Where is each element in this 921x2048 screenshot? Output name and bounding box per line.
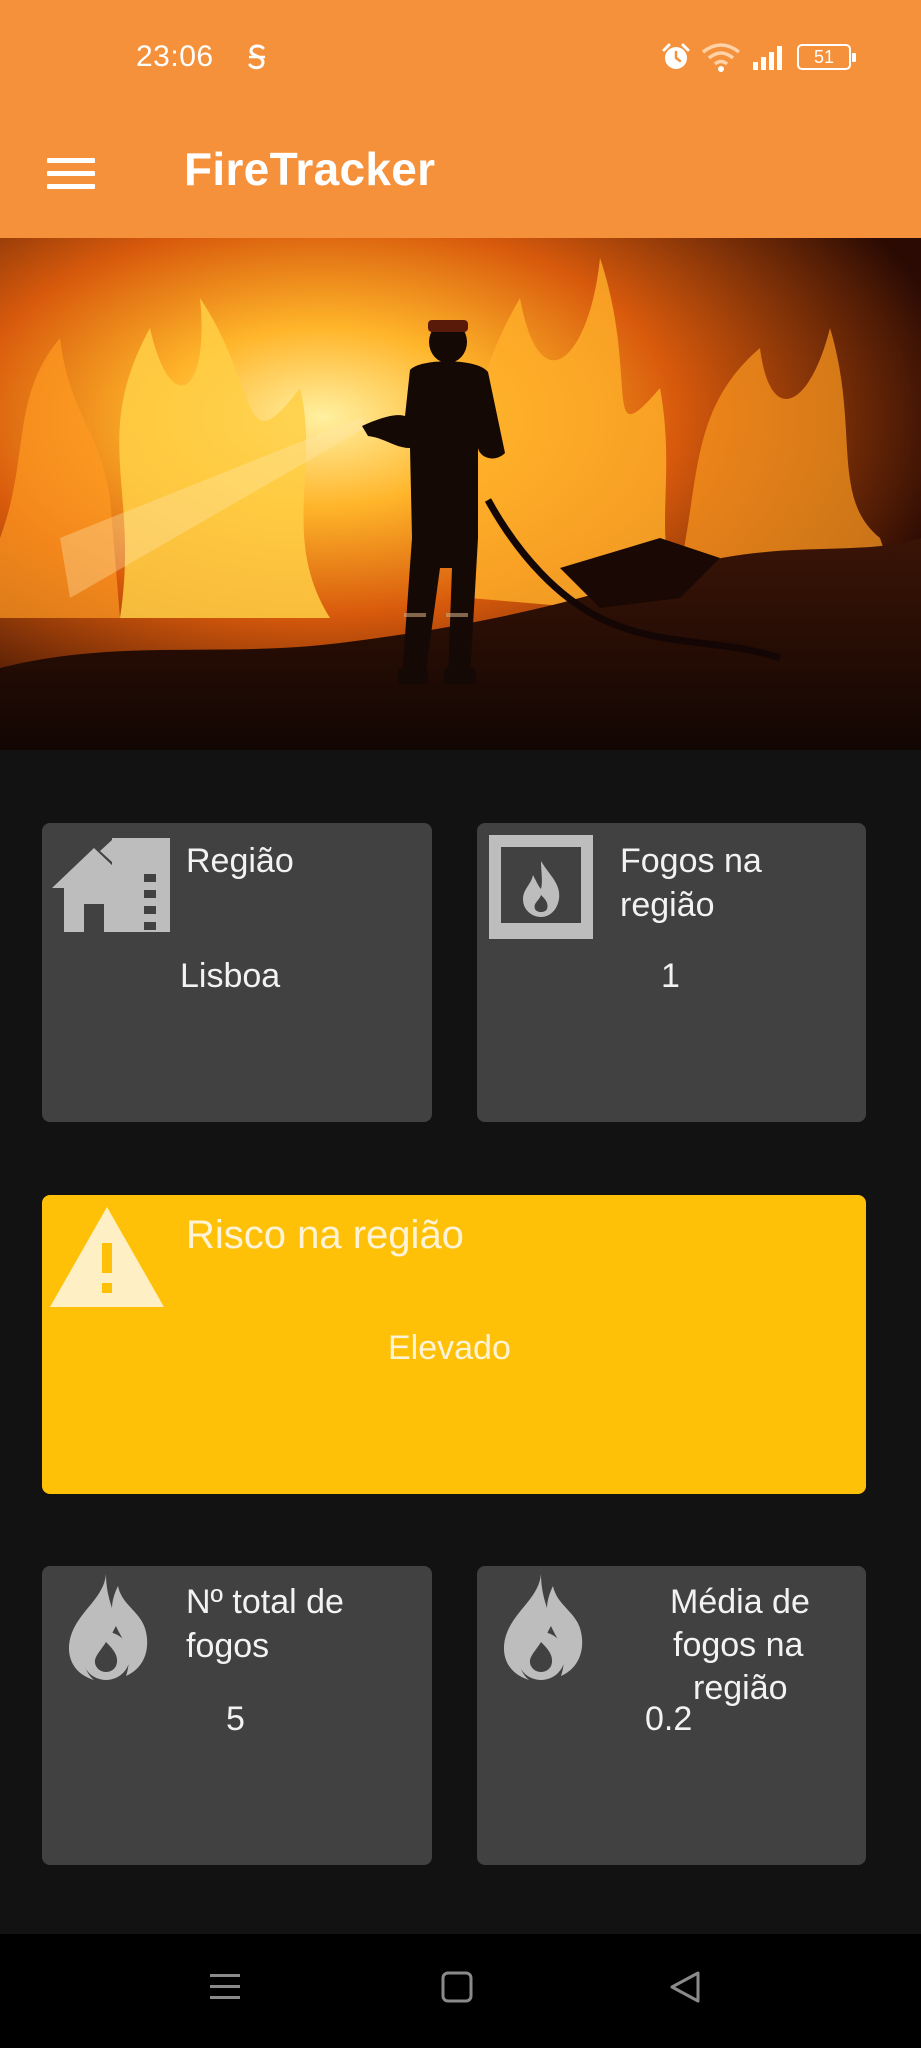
signal-icon	[753, 46, 782, 70]
average-fires-label-line2: fogos na	[673, 1626, 804, 1664]
building-icon	[52, 838, 170, 932]
home-icon[interactable]	[440, 1970, 474, 2004]
total-fires-card[interactable]: Nº total de fogos 5	[42, 1566, 432, 1865]
fires-in-region-card[interactable]: Fogos na região 1	[477, 823, 866, 1122]
alarm-icon	[662, 43, 690, 69]
recent-apps-icon[interactable]	[208, 1970, 242, 2004]
status-bar: 23:06 51	[0, 0, 921, 114]
flame-icon	[68, 1574, 148, 1680]
status-time: 23:06	[136, 40, 214, 73]
region-value: Lisboa	[180, 957, 281, 995]
hero-image	[0, 238, 921, 750]
average-fires-label-line3: região	[693, 1669, 788, 1707]
risk-label: Risco na região	[186, 1213, 464, 1257]
battery-indicator: 51	[797, 44, 856, 70]
menu-button[interactable]	[40, 150, 102, 202]
app-title: FireTracker	[184, 143, 436, 195]
status-icons: 51	[661, 42, 856, 72]
total-fires-label-line2: fogos	[186, 1627, 270, 1665]
fireplace-icon	[489, 835, 593, 939]
warning-icon	[50, 1207, 164, 1307]
system-nav-bar	[0, 1934, 921, 2048]
average-fires-value: 0.2	[645, 1700, 693, 1738]
firefighter-illustration	[0, 238, 921, 750]
fires-in-region-value: 1	[661, 957, 680, 995]
region-label: Região	[186, 842, 294, 880]
back-icon[interactable]	[668, 1970, 702, 2004]
risk-card[interactable]: Risco na região Elevado	[42, 1195, 866, 1494]
fires-in-region-label-line2: região	[620, 886, 715, 924]
fires-in-region-label-line1: Fogos na	[620, 842, 762, 880]
flame-icon	[503, 1574, 583, 1680]
region-card[interactable]: Região Lisboa	[42, 823, 432, 1122]
app-notification-icon	[248, 44, 265, 70]
app-bar: FireTracker	[0, 114, 921, 238]
wifi-icon	[701, 43, 741, 72]
total-fires-label-line1: Nº total de	[186, 1583, 344, 1621]
average-fires-label-line1: Média de	[670, 1583, 810, 1621]
menu-icon	[47, 158, 95, 163]
average-fires-card[interactable]: Média de fogos na região 0.2	[477, 1566, 866, 1865]
total-fires-value: 5	[226, 1700, 245, 1738]
risk-value: Elevado	[388, 1329, 511, 1367]
